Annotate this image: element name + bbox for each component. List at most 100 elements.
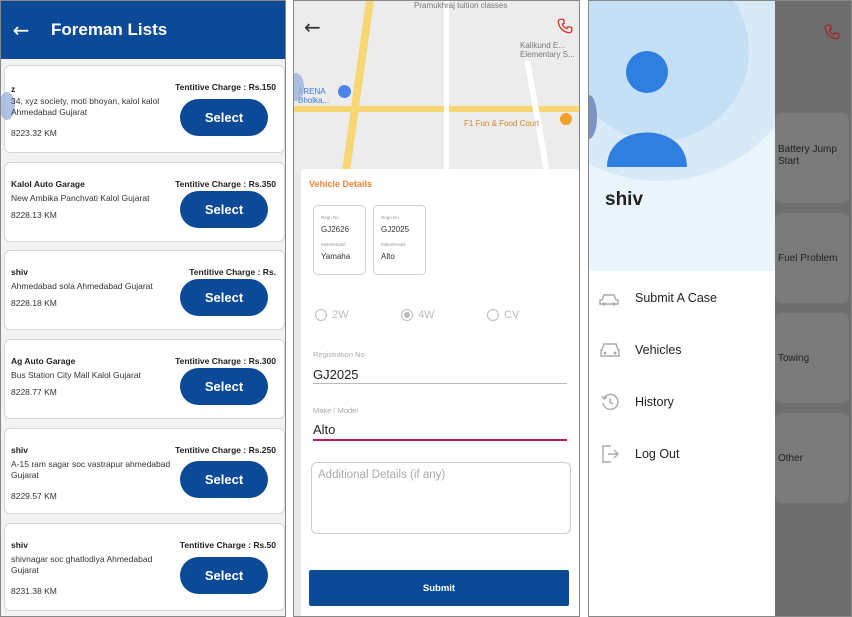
menu-item-label: History (635, 395, 674, 409)
arrow-left-icon[interactable]: ← (1, 18, 41, 42)
foreman-card: shiv Tentitive Charge : Rs. Ahmedabad so… (4, 250, 285, 330)
avatar[interactable] (589, 1, 729, 181)
tentative-charge: Tentitive Charge : Rs.350 (175, 179, 276, 189)
foreman-card: shiv Tentitive Charge : Rs.250 A-15 ram … (4, 428, 285, 514)
menu-item-submit-case[interactable]: Submit A Case (589, 283, 775, 313)
arrow-left-icon[interactable]: ← (304, 15, 321, 39)
service-label: Fuel Problem (778, 253, 838, 264)
field-underline (313, 383, 567, 384)
menu-item-history[interactable]: History (589, 387, 775, 417)
radio-2w[interactable]: 2W (315, 309, 349, 321)
radio-cv[interactable]: CV (487, 309, 519, 321)
phone-icon[interactable] (823, 23, 841, 41)
menu-item-logout[interactable]: Log Out (589, 439, 775, 469)
vehicle-card[interactable]: Regn No. GJ2025 Make/Model Alto (373, 205, 426, 275)
select-button[interactable]: Select (180, 557, 268, 594)
menu-item-label: Log Out (635, 447, 680, 461)
foreman-card: Ag Auto Garage Tentitive Charge : Rs.300… (4, 339, 285, 419)
make-label: Make/Model (381, 242, 406, 247)
phone-icon[interactable] (556, 17, 574, 35)
submit-button[interactable]: Submit (309, 570, 569, 606)
menu-item-label: Vehicles (635, 343, 682, 357)
radio-label: CV (504, 309, 520, 321)
radio-4w[interactable]: 4W (401, 309, 435, 321)
foreman-name: z (11, 84, 16, 94)
foreman-distance: 8228.18 KM (11, 298, 57, 308)
tentative-charge: Tentitive Charge : Rs.300 (175, 356, 276, 366)
foreman-distance: 8228.13 KM (11, 210, 57, 220)
select-button[interactable]: Select (180, 461, 268, 498)
radio-circle (315, 309, 327, 321)
service-label: Other (778, 453, 804, 464)
foreman-address: New Ambika Panchvati Kalol Gujarat (11, 193, 150, 203)
map-pin-icon (338, 85, 351, 98)
service-label: Battery Jump Start (778, 144, 837, 167)
map-label: F1 Fun & Food Court (464, 119, 540, 128)
foreman-card: Kalol Auto Garage Tentitive Charge : Rs.… (4, 162, 285, 242)
foreman-list-screen: ← Foreman Lists z Tentitive Charge : Rs.… (0, 0, 286, 617)
drawer-header: shiv (589, 1, 775, 271)
tentative-charge: Tentitive Charge : Rs.50 (179, 540, 276, 550)
logout-icon (589, 443, 631, 465)
map-road (524, 61, 550, 171)
make-label: Make/Model (321, 242, 346, 247)
foreman-distance: 8231.38 KM (11, 586, 57, 596)
food-pin-icon (560, 113, 572, 125)
foreman-address: shivnagar soc ghatlodiya Ahmedabad Gujar… (11, 554, 153, 575)
menu-item-label: Submit A Case (635, 291, 717, 305)
reg-label: Regn No. (381, 215, 401, 220)
registration-label: Registration No (313, 350, 365, 359)
select-button[interactable]: Select (180, 279, 268, 316)
additional-details-input[interactable]: Additional Details (if any) (311, 462, 571, 534)
tentative-charge: Tentitive Charge : Rs.250 (175, 445, 276, 455)
foreman-name: shiv (11, 267, 29, 277)
map-road (444, 1, 449, 171)
foreman-address: Bus Station City Mall Kalol Gujarat (11, 370, 141, 380)
reg-value: GJ2025 (381, 225, 410, 234)
foreman-card: z Tentitive Charge : Rs.150 34, xyz soci… (1, 65, 285, 153)
car-icon (589, 341, 631, 359)
section-title: Vehicle Details (309, 179, 373, 189)
select-button[interactable]: Select (180, 368, 268, 405)
foreman-name: Kalol Auto Garage (11, 179, 85, 189)
make-model-field[interactable]: Alto (313, 422, 335, 437)
map-label: Kalikund E... Elementary S... (520, 41, 575, 59)
radio-label: 2W (332, 309, 349, 321)
radio-circle (487, 309, 499, 321)
vehicle-details-sheet: Vehicle Details Regn No. GJ2626 Make/Mod… (301, 169, 579, 616)
foreman-distance: 8228.77 KM (11, 387, 57, 397)
navigation-drawer: shiv Submit A Case Vehicles History Log … (589, 1, 775, 616)
registration-field[interactable]: GJ2025 (313, 367, 359, 382)
select-button[interactable]: Select (180, 99, 268, 136)
navigation-drawer-screen: Battery Jump Start Fuel Problem Towing O… (588, 0, 852, 617)
reg-label: Regn No. (321, 215, 341, 220)
vehicle-details-screen: Pramukhraj tuition classes Kalikund E...… (293, 0, 580, 617)
foreman-address: Ahmedabad sola Ahmedabad Gujarat (11, 281, 153, 291)
app-bar: ← Foreman Lists (1, 1, 285, 59)
foreman-distance: 8223.32 KM (11, 128, 57, 138)
foreman-address: 34, xyz society, moti bhoyan, kalol kalo… (11, 96, 160, 117)
scrim-overlay[interactable] (775, 1, 851, 616)
foreman-name: Ag Auto Garage (11, 356, 76, 366)
user-name: shiv (605, 189, 644, 210)
radio-label: 4W (418, 309, 435, 321)
field-underline-active (313, 439, 567, 441)
foreman-address: A-15 ram sagar soc vastrapur ahmedabad G… (11, 459, 171, 480)
foreman-distance: 8229.57 KM (11, 491, 57, 501)
page-title: Foreman Lists (51, 20, 168, 39)
foreman-name: shiv (11, 445, 29, 455)
menu-item-vehicles[interactable]: Vehicles (589, 335, 775, 365)
select-button[interactable]: Select (180, 191, 268, 228)
map-label: Pramukhraj tuition classes (414, 1, 508, 10)
foreman-name: shiv (11, 540, 29, 550)
radio-circle (401, 309, 413, 321)
car-crash-icon (589, 290, 631, 306)
vehicle-card[interactable]: Regn No. GJ2626 Make/Model Yamaha (313, 205, 366, 275)
service-label: Towing (778, 353, 810, 364)
foreman-card: shiv Tentitive Charge : Rs.50 shivnagar … (4, 523, 285, 611)
make-model-label: Make / Model (313, 406, 359, 415)
make-value: Yamaha (321, 252, 351, 261)
history-icon (589, 392, 631, 412)
make-value: Alto (381, 252, 395, 261)
map-view[interactable]: Pramukhraj tuition classes Kalikund E...… (294, 1, 579, 171)
